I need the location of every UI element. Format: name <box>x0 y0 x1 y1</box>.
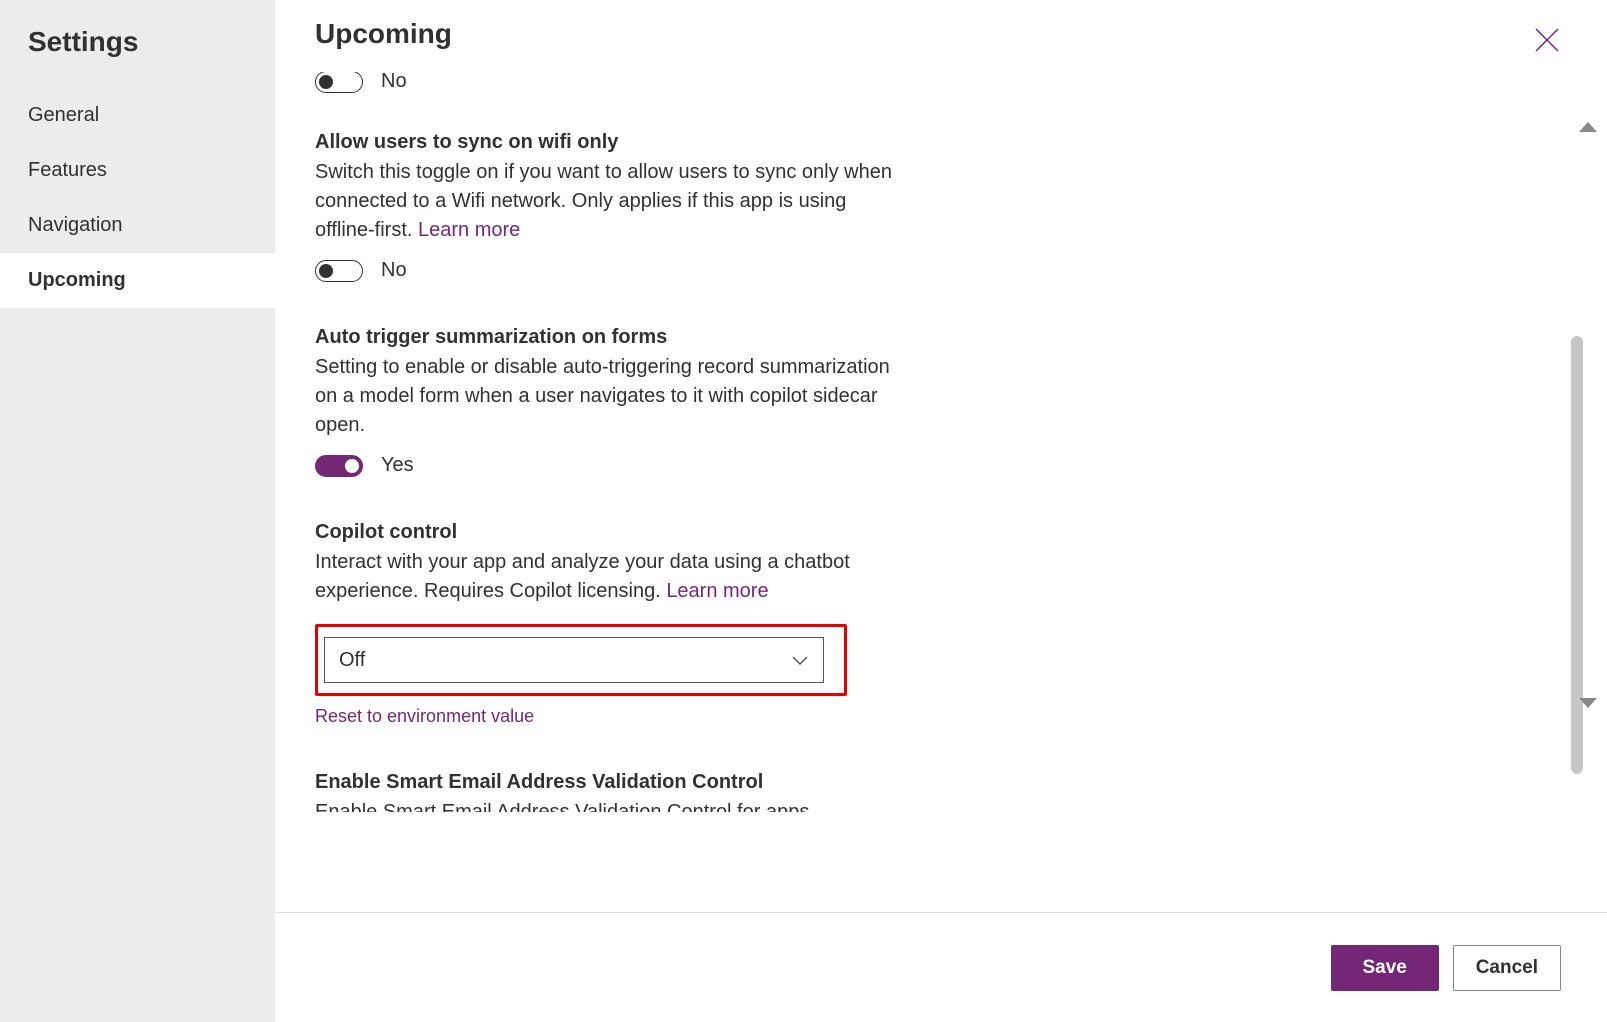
sidebar-item-navigation[interactable]: Navigation <box>0 198 275 253</box>
copilot-highlight: Off <box>315 624 847 696</box>
sidebar-item-label: Navigation <box>28 214 123 236</box>
page-title: Upcoming <box>315 18 1567 50</box>
sidebar-item-general[interactable]: General <box>0 88 275 143</box>
unknown-toggle[interactable] <box>315 72 363 93</box>
sidebar-item-label: Features <box>28 159 107 181</box>
cancel-button[interactable]: Cancel <box>1453 945 1561 991</box>
sidebar-item-upcoming[interactable]: Upcoming <box>0 253 275 308</box>
wifi-sync-learn-more-link[interactable]: Learn more <box>418 219 520 241</box>
main-panel: Upcoming No Allow users to sync on wifi … <box>275 0 1607 1022</box>
scroll-down-button[interactable] <box>1563 696 1607 710</box>
chevron-down-icon <box>791 654 809 666</box>
smart-email-title: Enable Smart Email Address Validation Co… <box>315 771 895 794</box>
copilot-select-value: Off <box>339 649 365 672</box>
settings-content: No Allow users to sync on wifi only Swit… <box>315 72 1337 812</box>
auto-summarize-title: Auto trigger summarization on forms <box>315 326 895 349</box>
scroll-up-button[interactable] <box>1563 120 1607 134</box>
triangle-up-icon <box>1577 120 1599 134</box>
triangle-down-icon <box>1577 696 1599 710</box>
copilot-learn-more-link[interactable]: Learn more <box>666 580 768 602</box>
copilot-title: Copilot control <box>315 521 895 544</box>
copilot-desc: Interact with your app and analyze your … <box>315 548 895 606</box>
auto-summarize-desc: Setting to enable or disable auto-trigge… <box>315 353 895 440</box>
wifi-sync-desc: Switch this toggle on if you want to all… <box>315 158 895 245</box>
sidebar-item-features[interactable]: Features <box>0 143 275 198</box>
copilot-select[interactable]: Off <box>324 637 824 683</box>
copilot-reset-link[interactable]: Reset to environment value <box>315 706 895 727</box>
save-button[interactable]: Save <box>1331 945 1439 991</box>
sidebar-item-label: Upcoming <box>28 269 126 291</box>
toggle-label: Yes <box>381 454 414 477</box>
sidebar-title: Settings <box>0 18 275 88</box>
footer: Save Cancel <box>275 912 1607 1022</box>
header: Upcoming <box>275 0 1607 50</box>
sidebar: Settings General Features Navigation Upc… <box>0 0 275 1022</box>
wifi-sync-title: Allow users to sync on wifi only <box>315 131 895 154</box>
toggle-label: No <box>381 259 407 282</box>
wifi-sync-toggle[interactable] <box>315 260 363 282</box>
auto-summarize-toggle[interactable] <box>315 455 363 477</box>
smart-email-desc: Enable Smart Email Address Validation Co… <box>315 798 895 812</box>
toggle-label: No <box>381 72 407 93</box>
sidebar-item-label: General <box>28 104 99 126</box>
